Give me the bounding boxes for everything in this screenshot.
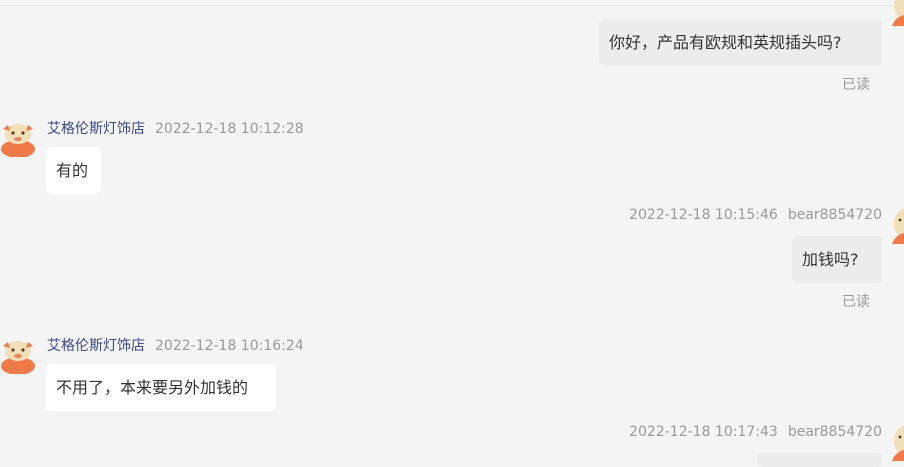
user-name: bear8854720 [787,207,882,223]
message-meta: 艾格伦斯灯饰店 2022-12-18 10:16:24 [47,335,304,355]
message-time: 2022-12-18 10:12:28 [155,121,304,137]
message-time: 2022-12-18 10:16:24 [155,338,304,354]
user-avatar[interactable] [892,421,904,461]
message-time: 2022-12-18 10:17:43 [629,424,778,440]
top-divider [0,5,904,6]
shop-avatar[interactable] [0,334,40,374]
shop-avatar[interactable] [0,117,40,157]
message-bubble-incoming[interactable]: 有的 [46,147,101,194]
read-status: 已读 [842,77,870,93]
message-meta: 2022-12-18 10:17:43 bear8854720 [629,424,882,440]
message-bubble-incoming[interactable]: 不用了，本来要另外加钱的 [46,364,276,411]
user-avatar[interactable] [892,204,904,244]
message-meta: 2022-12-18 10:15:46 bear8854720 [629,207,882,223]
message-bubble-outgoing[interactable] [757,453,882,467]
message-meta: 艾格伦斯灯饰店 2022-12-18 10:12:28 [47,118,304,138]
user-avatar[interactable] [892,0,904,26]
read-status: 已读 [842,294,870,310]
shop-name[interactable]: 艾格伦斯灯饰店 [47,338,145,354]
message-bubble-outgoing[interactable]: 你好，产品有欧规和英规插头吗? [599,19,882,66]
user-name: bear8854720 [787,424,882,440]
message-bubble-outgoing[interactable]: 加钱吗? [792,236,882,283]
message-time: 2022-12-18 10:15:46 [629,207,778,223]
shop-name[interactable]: 艾格伦斯灯饰店 [47,121,145,137]
